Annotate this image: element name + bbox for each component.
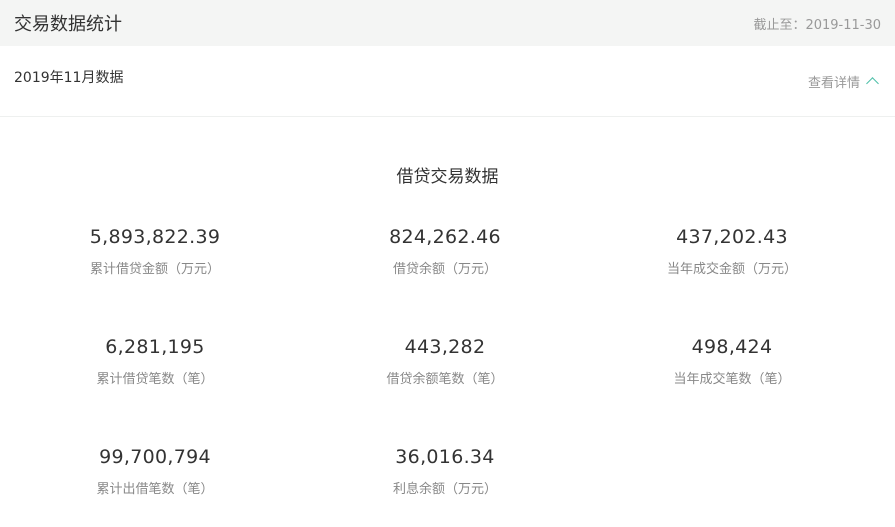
stat-label: 借贷余额笔数（笔） — [386, 372, 504, 387]
stat-label: 累计借贷金额（万元） — [89, 262, 220, 277]
stat-label: 当年成交金额（万元） — [666, 262, 797, 277]
as-of-date: 截止至：2019-11-30 — [753, 17, 881, 33]
stat-value: 437,202.43 — [676, 226, 788, 248]
view-details-label: 查看详情 — [807, 75, 860, 91]
stat-item: 498,424 当年成交笔数（笔） — [592, 336, 872, 387]
chevron-up-icon — [866, 77, 879, 90]
month-title: 2019年11月数据 — [14, 70, 124, 86]
stat-label: 当年成交笔数（笔） — [673, 372, 791, 387]
section-title: 借贷交易数据 — [396, 167, 499, 187]
stat-value: 6,281,195 — [105, 336, 205, 358]
stat-label: 借贷余额（万元） — [392, 262, 497, 277]
page-header: 交易数据统计 截止至：2019-11-30 — [0, 0, 895, 46]
stat-value: 99,700,794 — [99, 446, 211, 468]
month-bar: 2019年11月数据 查看详情 — [0, 46, 895, 117]
stat-value: 5,893,822.39 — [89, 226, 221, 248]
stat-value: 498,424 — [691, 336, 773, 358]
stat-label: 累计出借笔数（笔） — [96, 482, 214, 497]
stat-label: 利息余额（万元） — [392, 482, 497, 497]
stat-item: 437,202.43 当年成交金额（万元） — [592, 226, 872, 277]
page-title: 交易数据统计 — [14, 14, 122, 35]
stat-item: 99,700,794 累计出借笔数（笔） — [15, 446, 295, 497]
stat-item: 443,282 借贷余额笔数（笔） — [305, 336, 585, 387]
stat-item: 6,281,195 累计借贷笔数（笔） — [15, 336, 295, 387]
stat-label: 累计借贷笔数（笔） — [96, 372, 214, 387]
view-details-toggle[interactable]: 查看详情 — [807, 72, 879, 91]
stat-item: 5,893,822.39 累计借贷金额（万元） — [15, 226, 295, 277]
stat-value: 36,016.34 — [395, 446, 495, 468]
stat-item: 36,016.34 利息余额（万元） — [305, 446, 585, 497]
stat-item: 824,262.46 借贷余额（万元） — [305, 226, 585, 277]
stat-value: 824,262.46 — [389, 226, 501, 248]
stat-value: 443,282 — [404, 336, 486, 358]
